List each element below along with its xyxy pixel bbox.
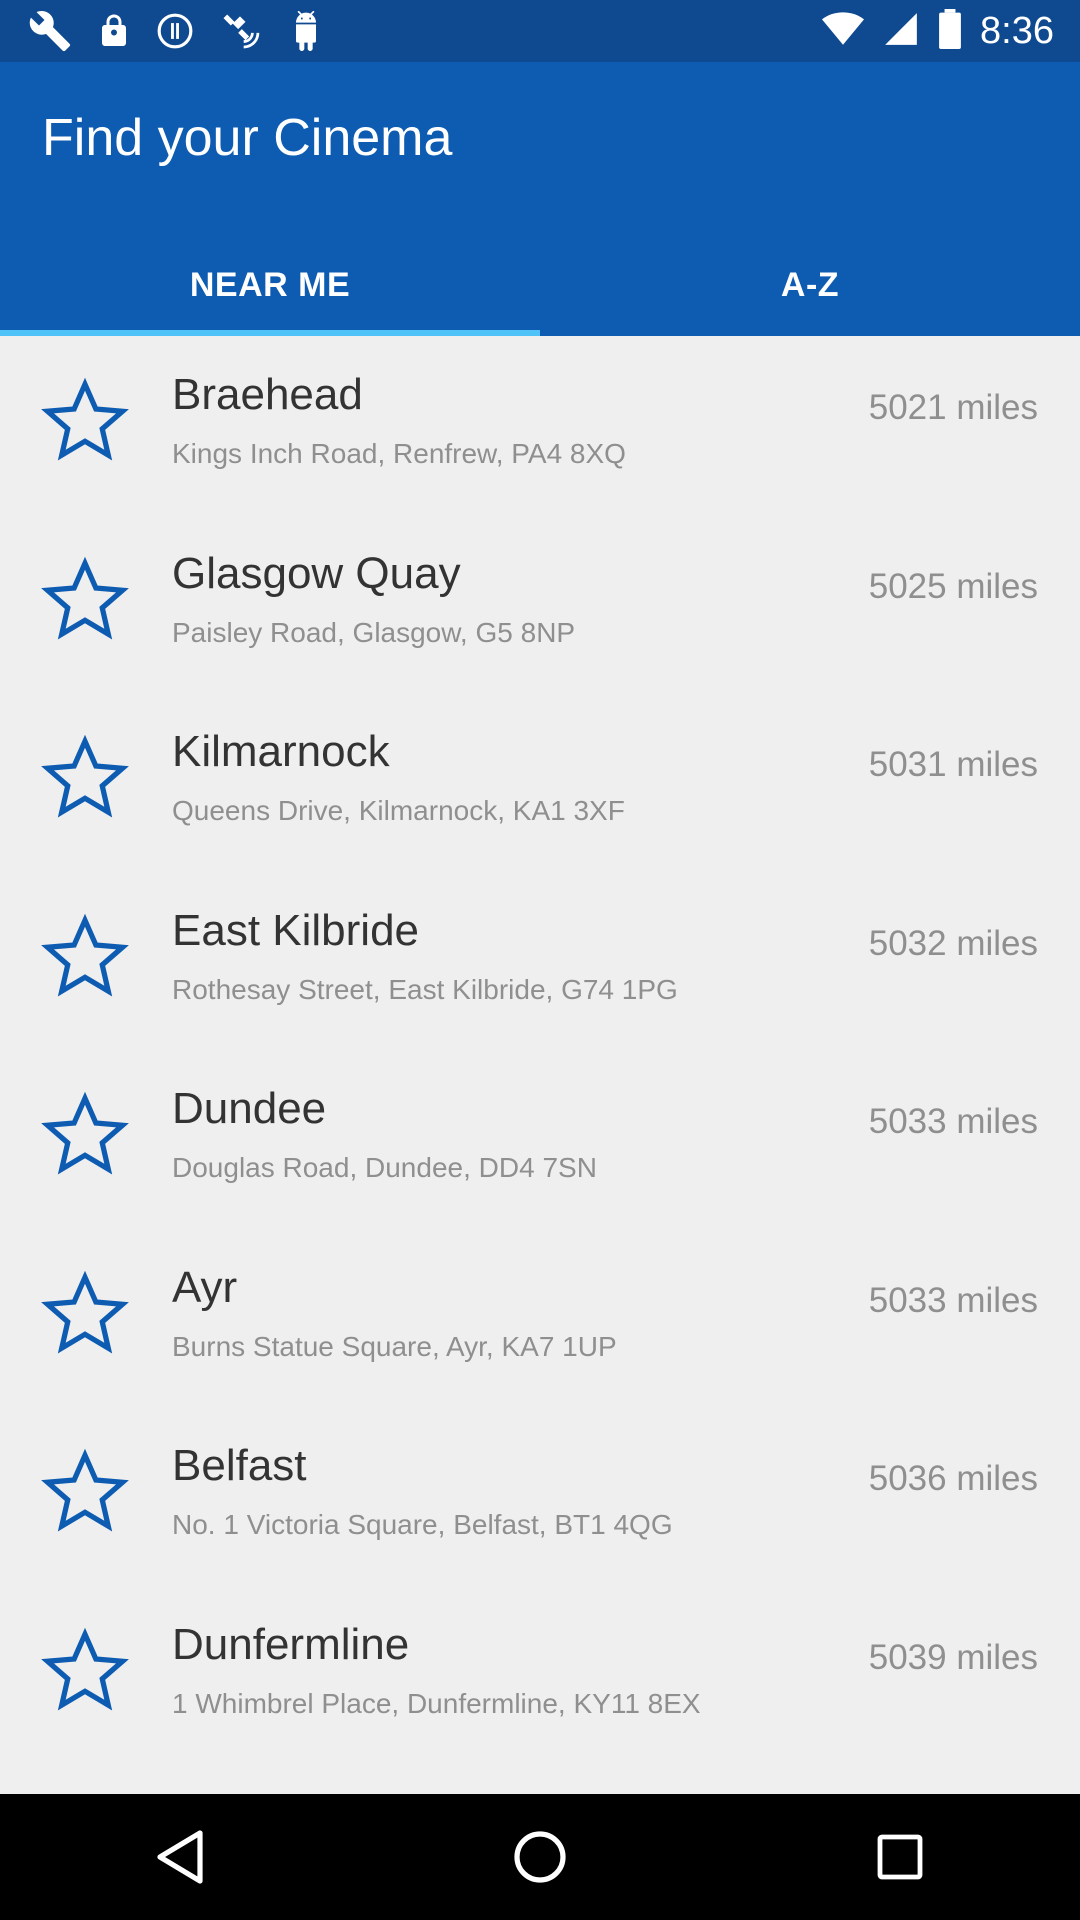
cinema-distance: 5039 miles <box>868 1637 1038 1677</box>
cinema-name: East Kilbride <box>172 905 420 955</box>
cinema-distance: 5021 miles <box>868 388 1038 427</box>
list-item[interactable]: Ayr Burns Statue Square, Ayr, KA7 1UP 50… <box>0 1229 1080 1408</box>
cinema-name: Glasgow Quay <box>172 548 461 598</box>
app-bar: Find your Cinema NEAR ME A-Z <box>0 62 1080 336</box>
cinema-distance: 5031 miles <box>868 745 1038 784</box>
tab-a-z-label: A-Z <box>780 266 840 304</box>
navigation-bar <box>0 1794 1080 1920</box>
cinema-distance: 5025 miles <box>868 566 1038 606</box>
satellite-icon <box>218 9 262 53</box>
wifi-icon <box>822 11 865 52</box>
status-bar: 8:36 <box>0 0 1080 62</box>
tab-bar: NEAR ME A-Z <box>0 266 1080 336</box>
recents-icon <box>877 1834 923 1880</box>
cinema-name: Dundee <box>172 1084 327 1133</box>
list-item[interactable]: Belfast No. 1 Victoria Square, Belfast, … <box>0 1407 1080 1586</box>
info-icon <box>156 12 194 50</box>
back-icon <box>157 1830 203 1884</box>
back-button[interactable] <box>120 1797 240 1917</box>
cinema-address: Burns Statue Square, Ayr, KA7 1UP <box>172 1330 617 1362</box>
cinema-distance: 5033 miles <box>868 1102 1038 1141</box>
list-item[interactable]: East Kilbride Rothesay Street, East Kilb… <box>0 872 1080 1051</box>
cinema-distance: 5033 miles <box>868 1280 1038 1320</box>
cinema-address: Queens Drive, Kilmarnock, KA1 3XF <box>172 795 625 826</box>
status-time: 8:36 <box>980 9 1054 52</box>
cinema-distance: 5032 miles <box>868 923 1038 963</box>
cinema-name: Belfast <box>172 1441 307 1490</box>
tab-near-me-label: NEAR ME <box>189 266 351 304</box>
cinema-address: Paisley Road, Glasgow, G5 8NP <box>172 616 576 648</box>
star-icon[interactable] <box>40 733 130 823</box>
star-icon[interactable] <box>40 555 130 645</box>
wrench-icon <box>28 9 72 53</box>
tab-a-z[interactable]: A-Z <box>540 266 1080 336</box>
list-item[interactable]: Dundee Douglas Road, Dundee, DD4 7SN 503… <box>0 1050 1080 1229</box>
signal-icon <box>882 10 920 53</box>
cinema-address: Rothesay Street, East Kilbride, G74 1PG <box>172 973 678 1005</box>
star-icon[interactable] <box>40 1447 130 1537</box>
list-item[interactable]: Glasgow Quay Paisley Road, Glasgow, G5 8… <box>0 515 1080 694</box>
star-icon[interactable] <box>40 912 130 1002</box>
list-item[interactable]: Kilmarnock Queens Drive, Kilmarnock, KA1… <box>0 693 1080 872</box>
star-icon[interactable] <box>40 1090 130 1180</box>
cinema-name: Braehead <box>172 370 363 419</box>
cinema-address: Kings Inch Road, Renfrew, PA4 8XQ <box>172 438 626 469</box>
lock-icon <box>96 11 132 51</box>
list-item[interactable]: Dunfermline 1 Whimbrel Place, Dunfermlin… <box>0 1586 1080 1765</box>
page-title: Find your Cinema <box>42 109 453 167</box>
cinema-name: Kilmarnock <box>172 727 390 776</box>
home-button[interactable] <box>480 1797 600 1917</box>
tab-near-me[interactable]: NEAR ME <box>0 266 540 336</box>
list-item[interactable]: Braehead Kings Inch Road, Renfrew, PA4 8… <box>0 336 1080 515</box>
cinema-address: Douglas Road, Dundee, DD4 7SN <box>172 1152 597 1183</box>
star-icon[interactable] <box>40 1626 130 1716</box>
home-icon <box>514 1831 566 1883</box>
recents-button[interactable] <box>840 1797 960 1917</box>
cinema-name: Dunfermline <box>172 1619 410 1669</box>
cinema-address: No. 1 Victoria Square, Belfast, BT1 4QG <box>172 1509 673 1540</box>
star-icon[interactable] <box>40 1269 130 1359</box>
cinema-name: Ayr <box>172 1262 238 1312</box>
cinema-distance: 5036 miles <box>868 1459 1038 1498</box>
android-icon <box>286 11 326 51</box>
battery-icon <box>938 8 962 54</box>
cinema-address: 1 Whimbrel Place, Dunfermline, KY11 8EX <box>172 1687 701 1719</box>
star-icon[interactable] <box>40 376 130 466</box>
cinema-list: Braehead Kings Inch Road, Renfrew, PA4 8… <box>0 336 1080 1764</box>
